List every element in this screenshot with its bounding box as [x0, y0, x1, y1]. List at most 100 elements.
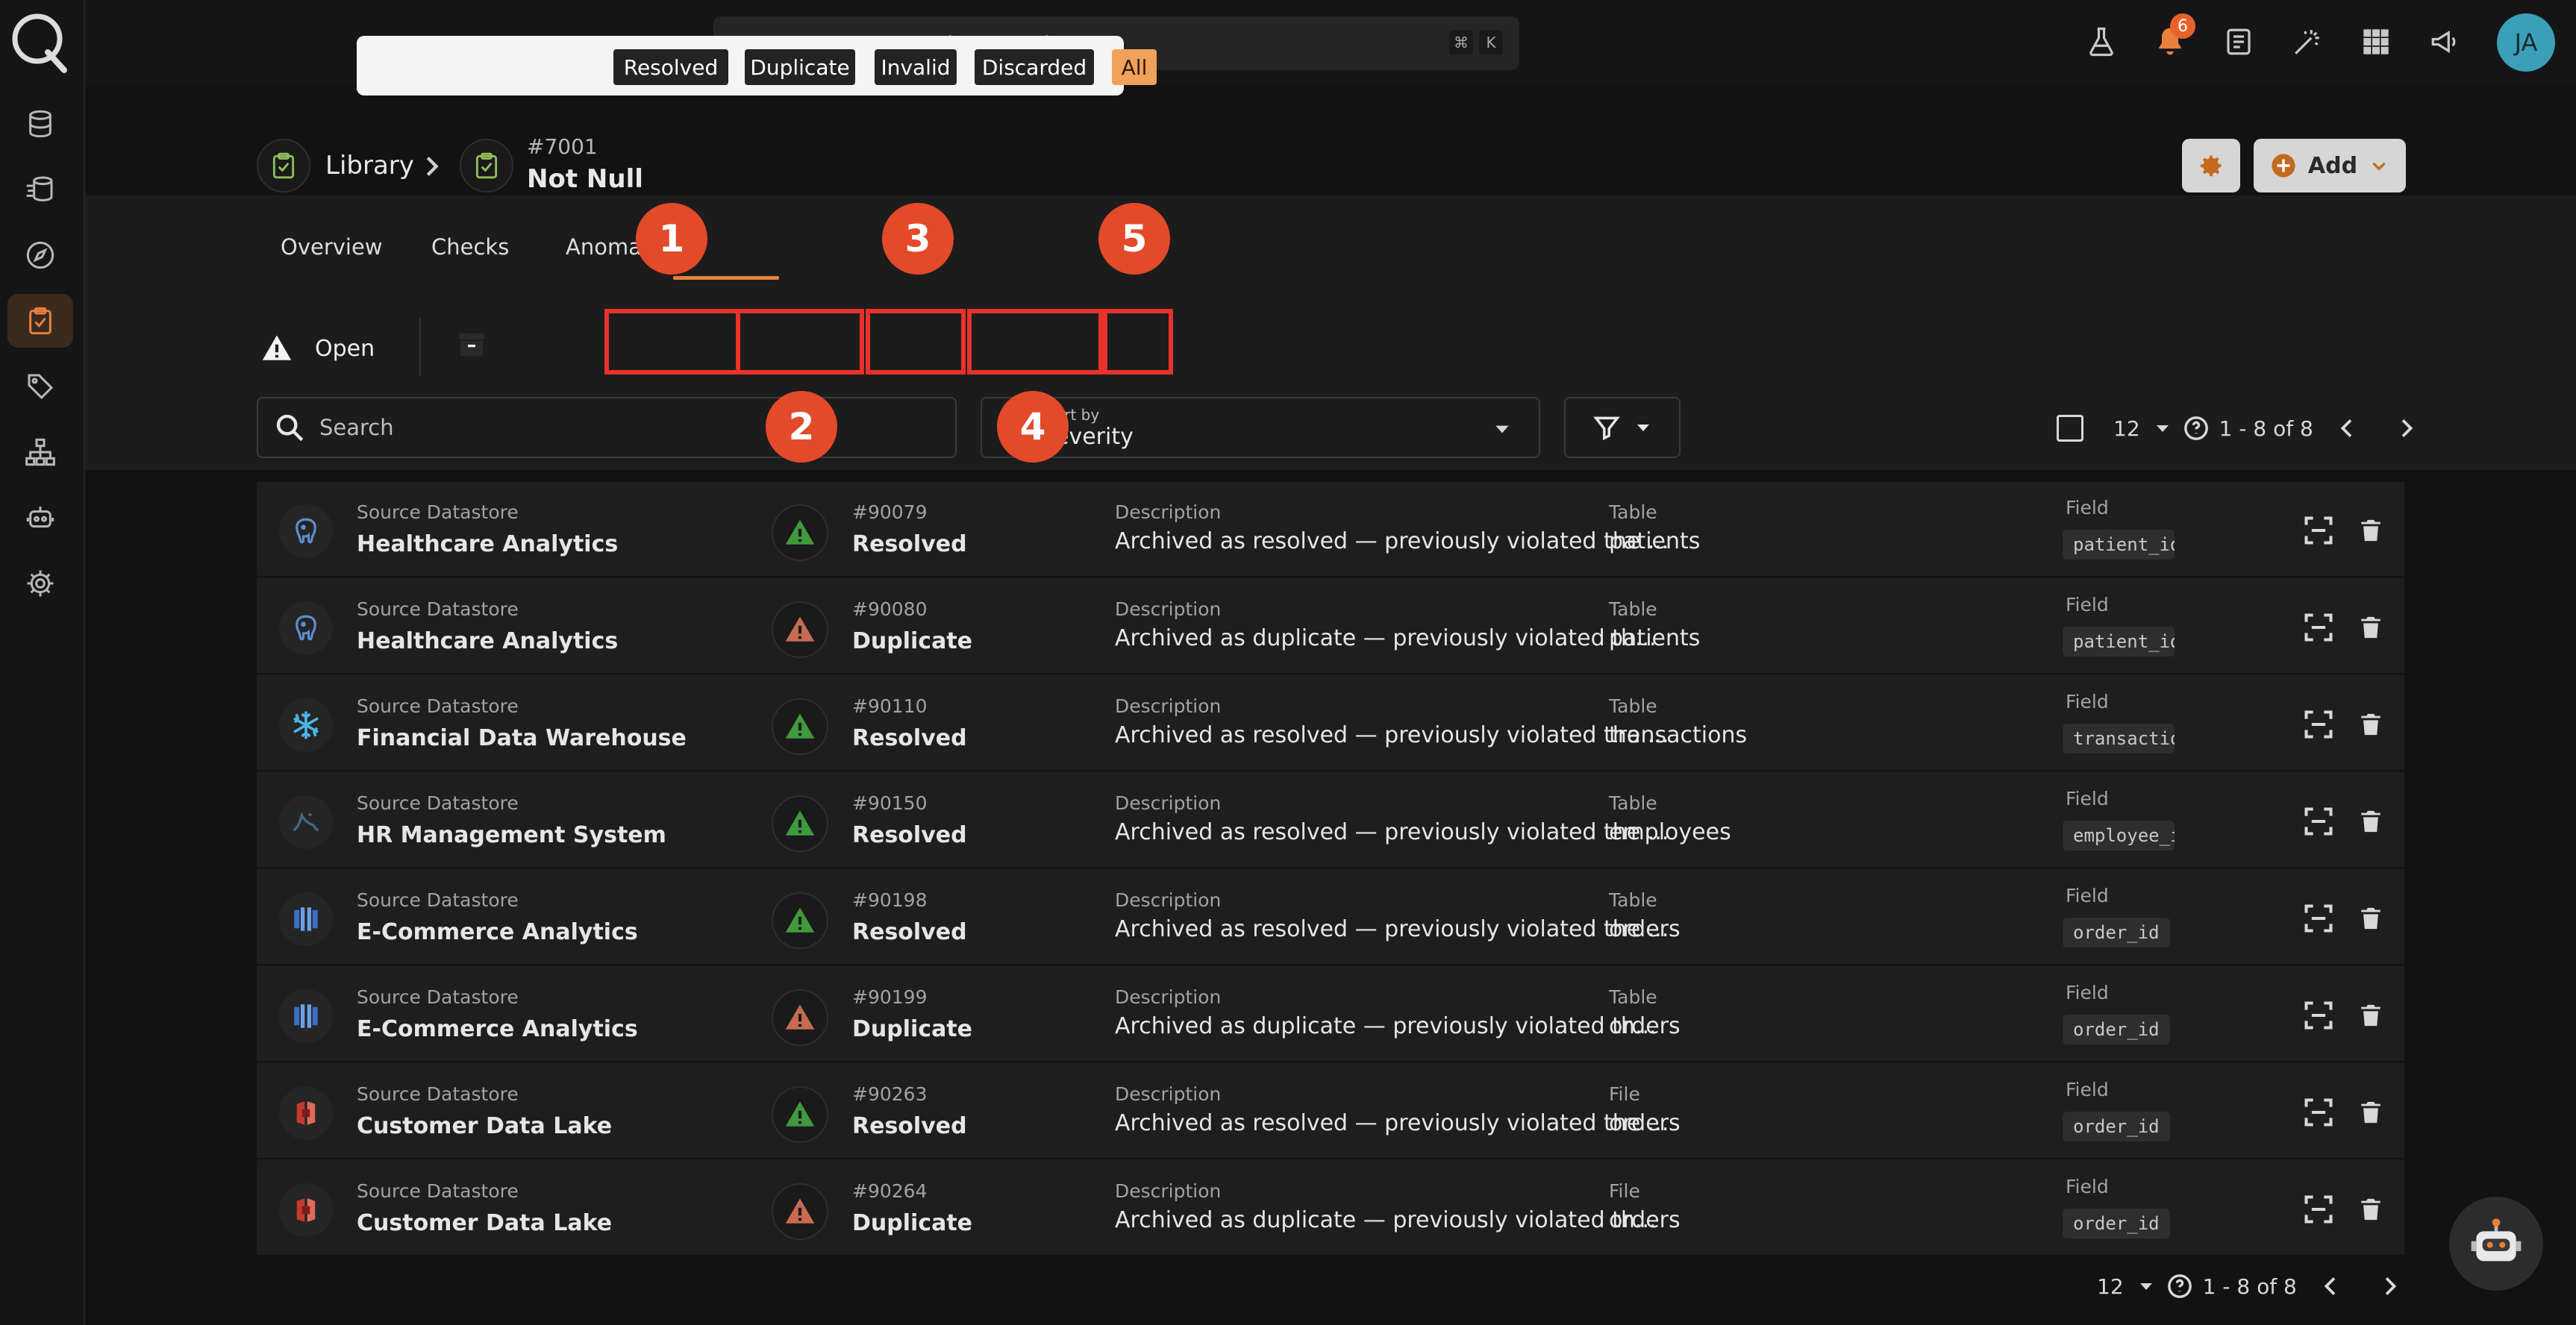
search-field[interactable] — [257, 397, 957, 458]
page-size-value[interactable]: 12 — [2097, 1274, 2124, 1299]
table-row[interactable]: Source Datastore E-Commerce Analytics #9… — [257, 870, 2404, 965]
trash-icon[interactable] — [2352, 900, 2389, 937]
field-label: Field — [2066, 594, 2109, 615]
notifications-bell-icon[interactable]: 6 — [2149, 13, 2195, 63]
notification-count-badge: 6 — [2170, 13, 2195, 39]
datastore-label: Source Datastore — [357, 598, 519, 620]
datastore-name: Healthcare Analytics — [357, 628, 619, 654]
help-circle-icon[interactable] — [2183, 416, 2209, 441]
expand-icon[interactable] — [2300, 609, 2337, 646]
severity-warning-icon — [772, 1183, 828, 1240]
settings-button[interactable] — [2182, 139, 2240, 192]
filter-button[interactable] — [1564, 397, 1681, 458]
trash-icon[interactable] — [2352, 803, 2389, 840]
table-row[interactable]: Source Datastore HR Management System #9… — [257, 773, 2404, 868]
check-id: #7001 — [527, 134, 598, 159]
caret-down-icon[interactable] — [2154, 419, 2172, 437]
page-header: Library #7001 Not Null Add — [85, 85, 2576, 195]
table-row[interactable]: Source Datastore Customer Data Lake #902… — [257, 1064, 2404, 1159]
expand-icon[interactable] — [2300, 1094, 2337, 1131]
expand-icon[interactable] — [2300, 1191, 2337, 1228]
filter-duplicate[interactable]: Duplicate — [745, 49, 855, 85]
sidebar-item-library[interactable] — [7, 294, 73, 348]
description-label: Description — [1115, 792, 1222, 814]
sidebar-item-settings[interactable] — [7, 557, 73, 610]
table-row[interactable]: Source Datastore Healthcare Analytics #9… — [257, 579, 2404, 674]
magic-wand-icon[interactable] — [2286, 21, 2328, 63]
trash-icon[interactable] — [2352, 706, 2389, 743]
table-row[interactable]: Source Datastore Financial Data Warehous… — [257, 676, 2404, 771]
check-badge-icon — [460, 139, 513, 192]
archived-status-button[interactable]: Archived — [457, 330, 602, 360]
datastore-label: Source Datastore — [357, 889, 519, 911]
sidebar-item-datastores[interactable] — [7, 97, 73, 151]
megaphone-icon[interactable] — [2424, 21, 2466, 63]
library-badge-icon — [257, 139, 310, 192]
breadcrumb-library[interactable]: Library — [325, 151, 414, 181]
trash-icon[interactable] — [2352, 609, 2389, 646]
expand-icon[interactable] — [2300, 900, 2337, 937]
chevron-right-icon[interactable] — [2394, 416, 2418, 440]
sitemap-icon — [25, 438, 55, 466]
assistant-bot-button[interactable] — [2449, 1197, 2543, 1291]
document-icon[interactable] — [2218, 21, 2260, 63]
tab-overview[interactable]: Overview — [281, 234, 383, 260]
description-label: Description — [1115, 986, 1222, 1008]
chevron-down-icon — [2372, 162, 2386, 171]
anomaly-description: Archived as resolved — previously violat… — [1115, 916, 1669, 942]
callout-marker: 3 — [882, 203, 954, 275]
sidebar-item-enrichment[interactable] — [7, 163, 73, 216]
user-avatar[interactable]: JA — [2497, 13, 2555, 72]
trash-icon[interactable] — [2352, 512, 2389, 549]
page-size-value[interactable]: 12 — [2113, 416, 2140, 441]
chevron-left-icon[interactable] — [2319, 1274, 2343, 1298]
filter-invalid[interactable]: Invalid — [875, 49, 957, 85]
callout-marker: 1 — [636, 203, 707, 275]
sidebar-item-hierarchy[interactable] — [7, 425, 73, 479]
description-label: Description — [1115, 1083, 1222, 1105]
highlight-box — [866, 309, 966, 375]
app-logo-icon[interactable] — [9, 10, 69, 73]
severity-warning-icon — [772, 698, 828, 755]
chevron-right-icon[interactable] — [2378, 1274, 2401, 1298]
trash-icon[interactable] — [2352, 1094, 2389, 1131]
filter-resolved[interactable]: Resolved — [613, 49, 728, 85]
description-label: Description — [1115, 695, 1222, 717]
callout-marker: 2 — [766, 391, 837, 463]
apps-grid-icon[interactable] — [2355, 21, 2397, 63]
trash-icon[interactable] — [2352, 997, 2389, 1034]
table-row[interactable]: Source Datastore E-Commerce Analytics #9… — [257, 967, 2404, 1062]
description-label: Description — [1115, 1180, 1222, 1202]
expand-icon[interactable] — [2300, 706, 2337, 743]
select-all-checkbox[interactable] — [2057, 415, 2083, 442]
filter-all[interactable]: All — [1112, 49, 1157, 85]
table-row[interactable]: Source Datastore Customer Data Lake #902… — [257, 1161, 2404, 1256]
datastore-label: Source Datastore — [357, 986, 519, 1008]
field-label: Field — [2066, 1176, 2109, 1197]
pager-range: 1 - 8 of 8 — [2202, 1274, 2297, 1299]
expand-icon[interactable] — [2300, 803, 2337, 840]
archive-box-icon — [459, 333, 484, 356]
datastore-name: Healthcare Analytics — [357, 531, 619, 557]
expand-icon[interactable] — [2300, 997, 2337, 1034]
container-type-label: Table — [1609, 695, 1657, 717]
flask-icon[interactable] — [2081, 21, 2122, 63]
help-circle-icon[interactable] — [2167, 1274, 2192, 1299]
robot-icon — [26, 507, 54, 528]
sidebar-item-explore[interactable] — [7, 228, 73, 282]
add-button[interactable]: Add — [2254, 139, 2406, 192]
anomaly-status: Resolved — [852, 1113, 967, 1139]
open-status-button[interactable]: Open — [261, 321, 375, 376]
expand-icon[interactable] — [2300, 512, 2337, 549]
field-label: Field — [2066, 691, 2109, 712]
sidebar-item-tags[interactable] — [7, 360, 73, 413]
tab-checks[interactable]: Checks — [431, 234, 509, 260]
chevron-left-icon[interactable] — [2336, 416, 2360, 440]
trash-icon[interactable] — [2352, 1191, 2389, 1228]
anomaly-status: Resolved — [852, 822, 967, 848]
filter-discarded[interactable]: Discarded — [975, 49, 1094, 85]
caret-down-icon[interactable] — [2137, 1277, 2155, 1295]
search-input[interactable] — [319, 415, 842, 440]
sidebar-item-agents[interactable] — [7, 491, 73, 545]
table-row[interactable]: Source Datastore Healthcare Analytics #9… — [257, 482, 2404, 577]
